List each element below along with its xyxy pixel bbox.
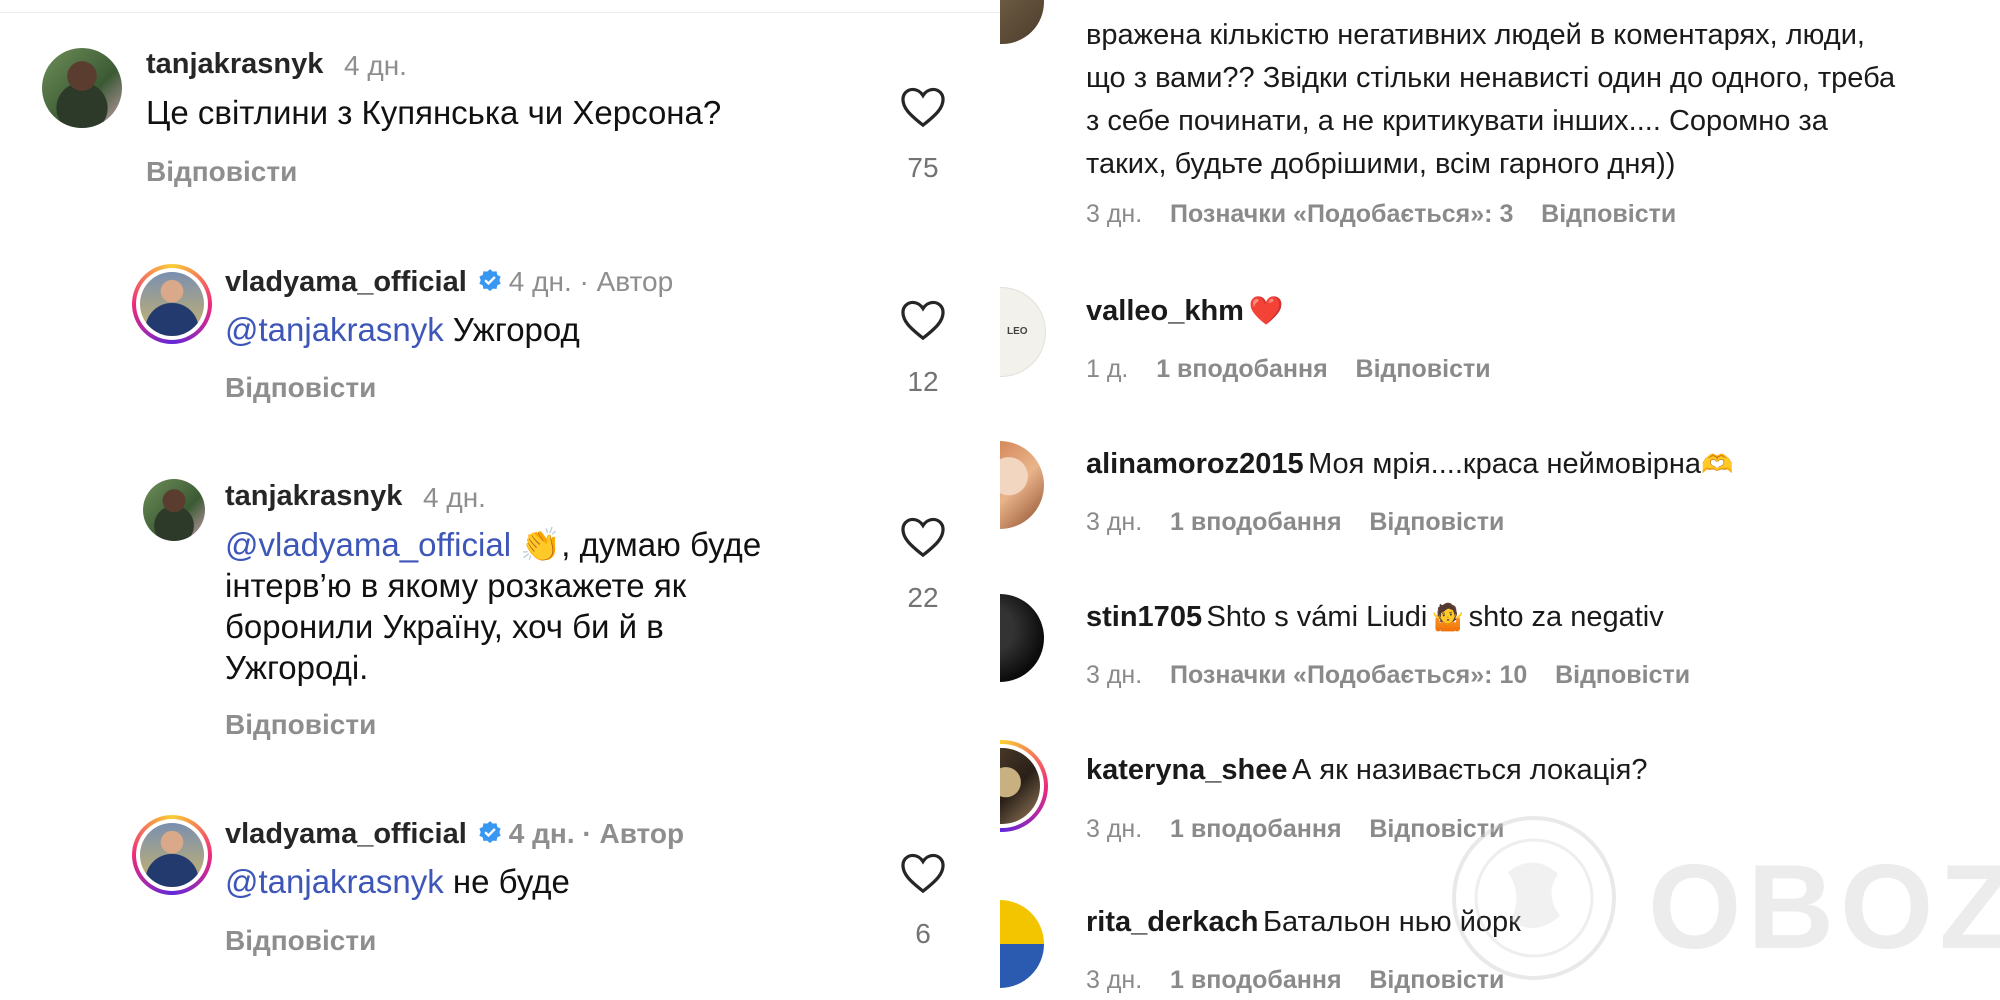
comment-username[interactable]: vladyama_official 4 дн. · Автор [225, 818, 684, 851]
like-count: 6 [915, 918, 931, 949]
likes-link[interactable]: Позначки «Подобається»: 10 [1170, 661, 1527, 689]
verified-badge-icon [479, 821, 501, 844]
comment-text: Моя мрія....краса неймовірна [1308, 448, 1702, 480]
avatar-logo-text: LEO [1007, 326, 1028, 337]
comment-line: alinamoroz2015 Моя мрія....краса неймові… [1086, 448, 1733, 481]
comment-meta: 3 дн. Позначки «Подобається»: 10 Відпові… [1086, 661, 1690, 690]
comment-meta: 3 дн. 1 вподобання Відповісти [1086, 966, 1504, 995]
avatar[interactable]: LEO [1000, 287, 1046, 377]
likes-link[interactable]: 1 вподобання [1170, 508, 1342, 536]
avatar-story-ring[interactable] [132, 815, 212, 895]
comment-username[interactable]: vladyama_official 4 дн. · Автор [225, 266, 673, 299]
mention-link[interactable]: @tanjakrasnyk [225, 863, 444, 900]
like-count: 75 [907, 152, 939, 183]
like-heart-icon[interactable] [900, 516, 946, 558]
shrug-emoji: 🤷 [1431, 602, 1465, 632]
right-comments-panel: вражена кількістю негативних людей в ком… [1000, 0, 2000, 1000]
heart-hands-emoji: 🫶 [1701, 449, 1734, 479]
comment-text: Це світлини з Купянська чи Херсона? [146, 94, 722, 131]
comment-username[interactable]: kateryna_shee [1086, 754, 1288, 786]
comment-time: 4 дн. · Автор [508, 266, 674, 297]
avatar[interactable] [1000, 441, 1044, 529]
avatar-story-ring[interactable] [1000, 740, 1048, 832]
comment-time: 3 дн. [1086, 966, 1143, 994]
watermark-text: OBOZ.UA [1648, 840, 2000, 974]
reply-button[interactable]: Відповісти [225, 372, 376, 404]
comment-text: @vladyama_official 👏, думаю буде [225, 526, 762, 563]
comment-meta: 3 дн. 1 вподобання Відповісти [1086, 508, 1504, 537]
comment-username[interactable]: valleo_khm [1086, 295, 1244, 327]
comment-meta: 1 д. 1 вподобання Відповісти [1086, 355, 1491, 384]
comment-time: 4 дн. [423, 482, 486, 513]
like-heart-icon[interactable] [900, 299, 946, 341]
like-count: 22 [907, 582, 939, 613]
comment-text-line: боронили Україну, хоч би й в [225, 608, 664, 645]
comment-text-line: інтерв’ю в якому розкажете як [225, 567, 687, 604]
clapping-hands-emoji: 👏 [520, 526, 562, 563]
reply-button[interactable]: Відповісти [225, 709, 376, 741]
comment-username[interactable]: tanjakrasnyk [146, 48, 323, 81]
reply-button[interactable]: Відповісти [1356, 355, 1491, 383]
divider [0, 12, 1000, 13]
reply-button[interactable]: Відповісти [1369, 508, 1504, 536]
avatar[interactable] [1000, 0, 1044, 44]
reply-button[interactable]: Відповісти [225, 925, 376, 957]
mention-link[interactable]: @tanjakrasnyk [225, 311, 444, 348]
comment-meta: 3 дн. Позначки «Подобається»: 3 Відповіс… [1086, 200, 1676, 229]
comment-time: 3 дн. [1086, 508, 1143, 536]
comment-line: kateryna_shee А як називається локація? [1086, 754, 1648, 787]
reply-button[interactable]: Відповісти [146, 156, 297, 188]
like-heart-icon[interactable] [900, 86, 946, 128]
comment-meta: 3 дн. 1 вподобання Відповісти [1086, 815, 1504, 844]
comment-line: valleo_khm ❤️ [1086, 294, 1283, 328]
comment-username[interactable]: rita_derkach [1086, 906, 1259, 938]
left-comments-panel: tanjakrasnyk 4 дн. Це світлини з Купянсь… [0, 0, 1000, 1000]
comment-time: 3 дн. [1086, 661, 1143, 689]
like-heart-icon[interactable] [900, 852, 946, 894]
likes-link[interactable]: 1 вподобання [1156, 355, 1328, 383]
comment-text: @tanjakrasnyk не буде [225, 863, 570, 900]
avatar[interactable] [1000, 900, 1044, 988]
comment-username[interactable]: alinamoroz2015 [1086, 448, 1304, 480]
avatar-story-ring[interactable] [132, 264, 212, 344]
likes-link[interactable]: 1 вподобання [1170, 815, 1342, 843]
avatar[interactable] [1000, 594, 1044, 682]
reply-button[interactable]: Відповісти [1555, 661, 1690, 689]
comment-username[interactable]: tanjakrasnyk [225, 480, 402, 513]
likes-link[interactable]: Позначки «Подобається»: 3 [1170, 200, 1513, 228]
avatar[interactable] [42, 48, 122, 128]
reply-button[interactable]: Відповісти [1541, 200, 1676, 228]
verified-badge-icon [479, 269, 501, 292]
comment-time: 3 дн. [1086, 200, 1143, 228]
comment-line: stin1705 Shto s vámi Liudi 🤷 shto za neg… [1086, 601, 1664, 634]
red-heart-emoji: ❤️ [1248, 295, 1284, 326]
comment-text-line: Ужгороді. [225, 649, 369, 686]
comment-text: А як називається локація? [1291, 754, 1648, 786]
mention-link[interactable]: @vladyama_official [225, 526, 511, 563]
comment-text: shto za negativ [1468, 601, 1664, 633]
comment-time: 4 дн. [344, 50, 407, 81]
avatar[interactable] [143, 479, 205, 541]
likes-link[interactable]: 1 вподобання [1170, 966, 1342, 994]
like-count: 12 [907, 366, 939, 397]
comment-text: Shto s vámi Liudi [1206, 601, 1428, 633]
comment-time: 4 дн. · Автор [508, 818, 685, 849]
comment-time: 1 д. [1086, 355, 1129, 383]
watermark-globe-icon [1452, 816, 1616, 980]
comment-text: @tanjakrasnyk Ужгород [225, 311, 580, 348]
comment-text: вражена кількістю негативних людей в ком… [1086, 19, 1896, 180]
comment-time: 3 дн. [1086, 815, 1143, 843]
comment-username[interactable]: stin1705 [1086, 601, 1202, 633]
